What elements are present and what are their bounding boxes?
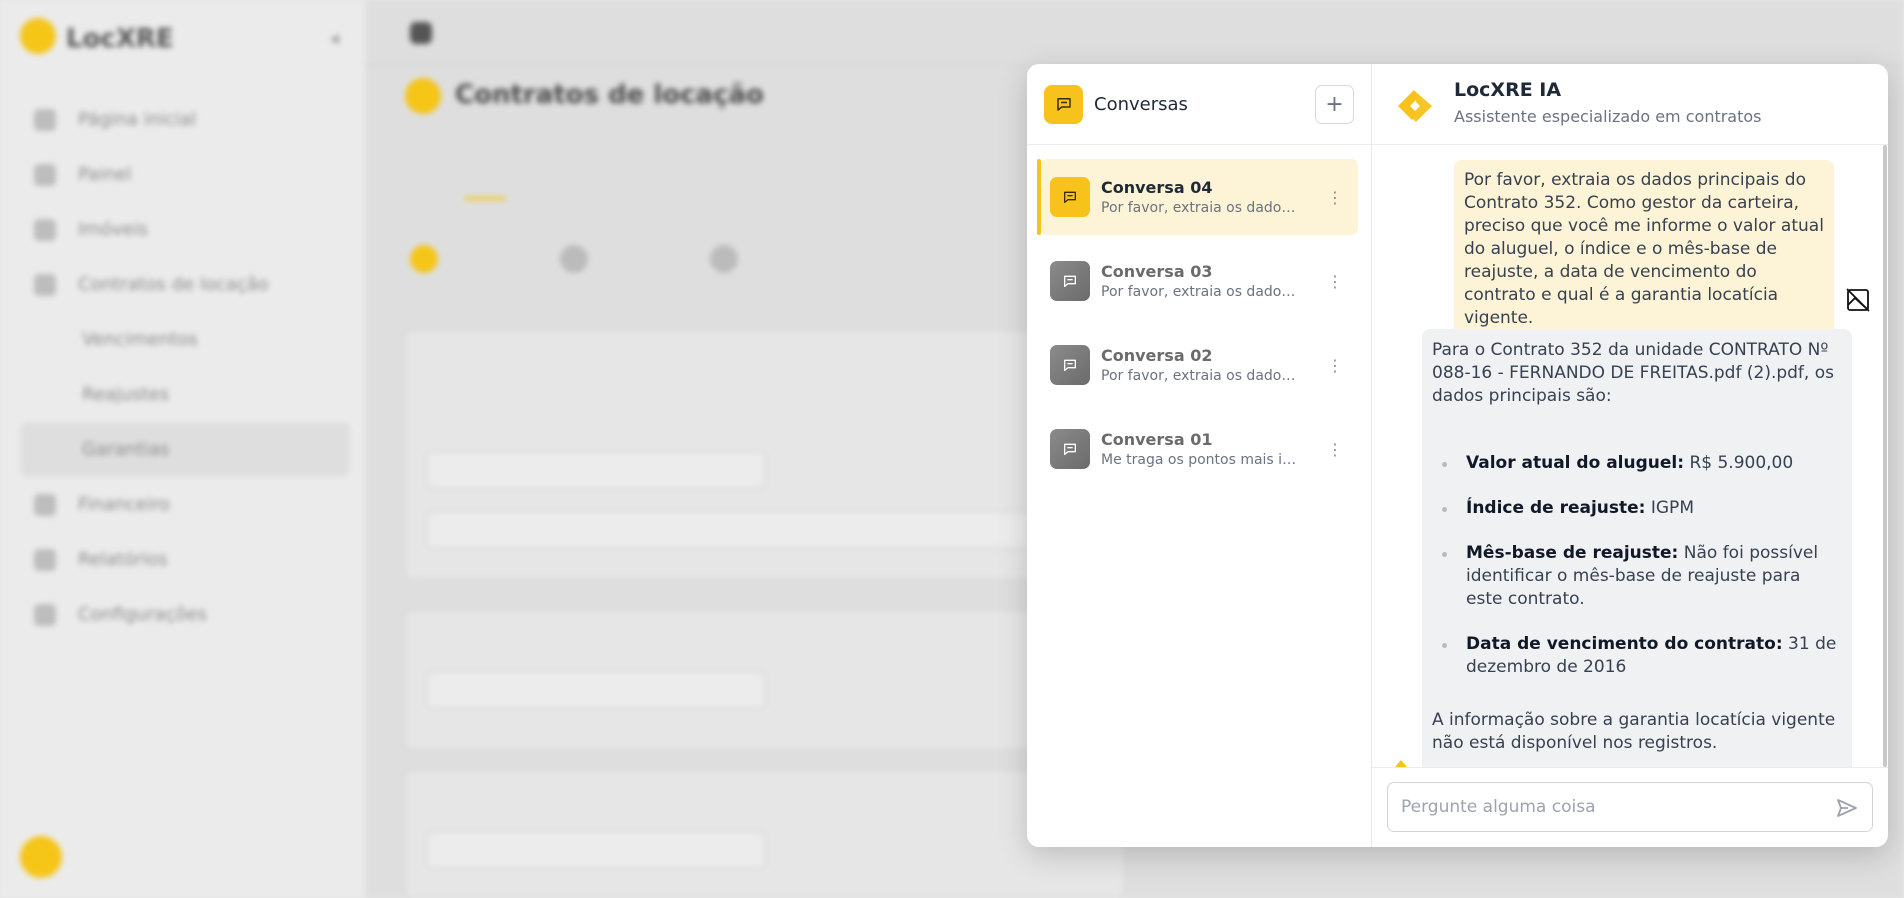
- message-list[interactable]: Por favor, extraia os dados principais d…: [1372, 145, 1888, 767]
- list-item: Data de vencimento do contrato: 31 de de…: [1432, 633, 1842, 679]
- bg-tabs: [465, 170, 506, 200]
- bg-title-icon: [405, 78, 441, 114]
- bg-collapse-icon: ◂: [330, 28, 340, 49]
- kebab-icon[interactable]: ⋮: [1320, 356, 1350, 375]
- chat-bubble-icon: [1050, 177, 1090, 217]
- conversation-item[interactable]: Conversa 04 Por favor, extraia os dados …: [1037, 159, 1358, 235]
- bg-nav-item: Painel: [20, 147, 350, 202]
- conversation-preview: Por favor, extraia os dados principais d…: [1101, 368, 1301, 384]
- kebab-icon[interactable]: ⋮: [1320, 188, 1350, 207]
- conversation-name: Conversa 03: [1101, 262, 1213, 281]
- chat-modal: Conversas + Conversa 04 Por favor, extra…: [1027, 64, 1888, 847]
- chat-panel: LocXRE IA Assistente especializado em co…: [1372, 64, 1888, 847]
- composer: [1372, 767, 1888, 847]
- list-item: Mês-base de reajuste: Não foi possível i…: [1432, 542, 1842, 611]
- chat-header: LocXRE IA Assistente especializado em co…: [1372, 64, 1888, 145]
- bg-logo-icon: [20, 18, 56, 54]
- bg-nav-item: Contratos de locação: [20, 257, 350, 312]
- assistant-message: Para o Contrato 352 da unidade CONTRATO …: [1422, 329, 1852, 767]
- bg-nav-item: Relatórios: [20, 532, 350, 587]
- chat-bubble-icon: [1050, 345, 1090, 385]
- conversation-list: Conversa 04 Por favor, extraia os dados …: [1037, 159, 1358, 495]
- bg-nav-item: Reajustes: [82, 384, 170, 405]
- bg-page-title: Contratos de locação: [455, 80, 764, 110]
- conversations-panel: Conversas + Conversa 04 Por favor, extra…: [1027, 64, 1372, 847]
- bg-sidebar: LocXRE ◂ Página inicial Painel Imóveis C…: [0, 0, 365, 898]
- image-off-icon[interactable]: [1844, 286, 1872, 314]
- user-message: Por favor, extraia os dados principais d…: [1454, 160, 1834, 339]
- conversations-title: Conversas: [1094, 93, 1188, 115]
- bg-breadcrumb: [410, 22, 432, 44]
- conversation-name: Conversa 04: [1101, 178, 1213, 197]
- list-item: Índice de reajuste: IGPM: [1432, 497, 1842, 520]
- scrollbar[interactable]: [1883, 145, 1887, 767]
- bg-nav-item: Garantias: [20, 422, 350, 477]
- conversations-header: Conversas +: [1027, 64, 1371, 145]
- chat-title: LocXRE IA: [1454, 79, 1562, 101]
- conversation-preview: Por favor, extraia os dados principais d…: [1101, 200, 1301, 216]
- bg-nav: Página inicial Painel Imóveis Contratos …: [20, 92, 350, 642]
- chat-subtitle: Assistente especializado em contratos: [1454, 107, 1762, 126]
- bg-card: [405, 610, 1125, 750]
- conversation-name: Conversa 02: [1101, 346, 1213, 365]
- assistant-outro: A informação sobre a garantia locatícia …: [1432, 710, 1836, 753]
- conversation-name: Conversa 01: [1101, 430, 1213, 449]
- bg-actions: [410, 245, 750, 273]
- bg-card: [405, 330, 1125, 580]
- send-icon[interactable]: [1835, 796, 1859, 820]
- kebab-icon[interactable]: ⋮: [1320, 272, 1350, 291]
- chat-bubble-icon: [1050, 429, 1090, 469]
- chat-bubble-icon: [1050, 261, 1090, 301]
- list-item: Valor atual do aluguel: R$ 5.900,00: [1432, 452, 1842, 475]
- bg-topbar: [365, 0, 1904, 66]
- conversation-item[interactable]: Conversa 03 Por favor, extraia os dados …: [1040, 243, 1358, 319]
- bg-user: [20, 836, 62, 878]
- assistant-avatar-icon: [1395, 760, 1407, 767]
- bg-nav-item: Imóveis: [20, 202, 350, 257]
- conversation-item[interactable]: Conversa 01 Me traga os pontos mais impo…: [1040, 411, 1358, 487]
- assistant-intro: Para o Contrato 352 da unidade CONTRATO …: [1432, 340, 1834, 406]
- conversation-preview: Me traga os pontos mais importantes: [1101, 452, 1301, 468]
- locxre-logo-icon: [1398, 90, 1432, 122]
- assistant-list: Valor atual do aluguel: R$ 5.900,00 Índi…: [1432, 452, 1842, 679]
- bg-nav-item: Configurações: [20, 587, 350, 642]
- bg-nav-item: Página inicial: [20, 92, 350, 147]
- bg-logo-text: LocXRE: [66, 24, 174, 54]
- bg-nav-item: Financeiro: [20, 477, 350, 532]
- conversation-item[interactable]: Conversa 02 Por favor, extraia os dados …: [1040, 327, 1358, 403]
- message-input[interactable]: [1387, 782, 1873, 832]
- bg-nav-item: Vencimentos: [82, 329, 198, 350]
- chat-bubble-icon: [1044, 84, 1083, 124]
- kebab-icon[interactable]: ⋮: [1320, 440, 1350, 459]
- new-conversation-button[interactable]: +: [1315, 84, 1354, 124]
- conversation-preview: Por favor, extraia os dados principais d…: [1101, 284, 1301, 300]
- bg-card: [405, 770, 1125, 898]
